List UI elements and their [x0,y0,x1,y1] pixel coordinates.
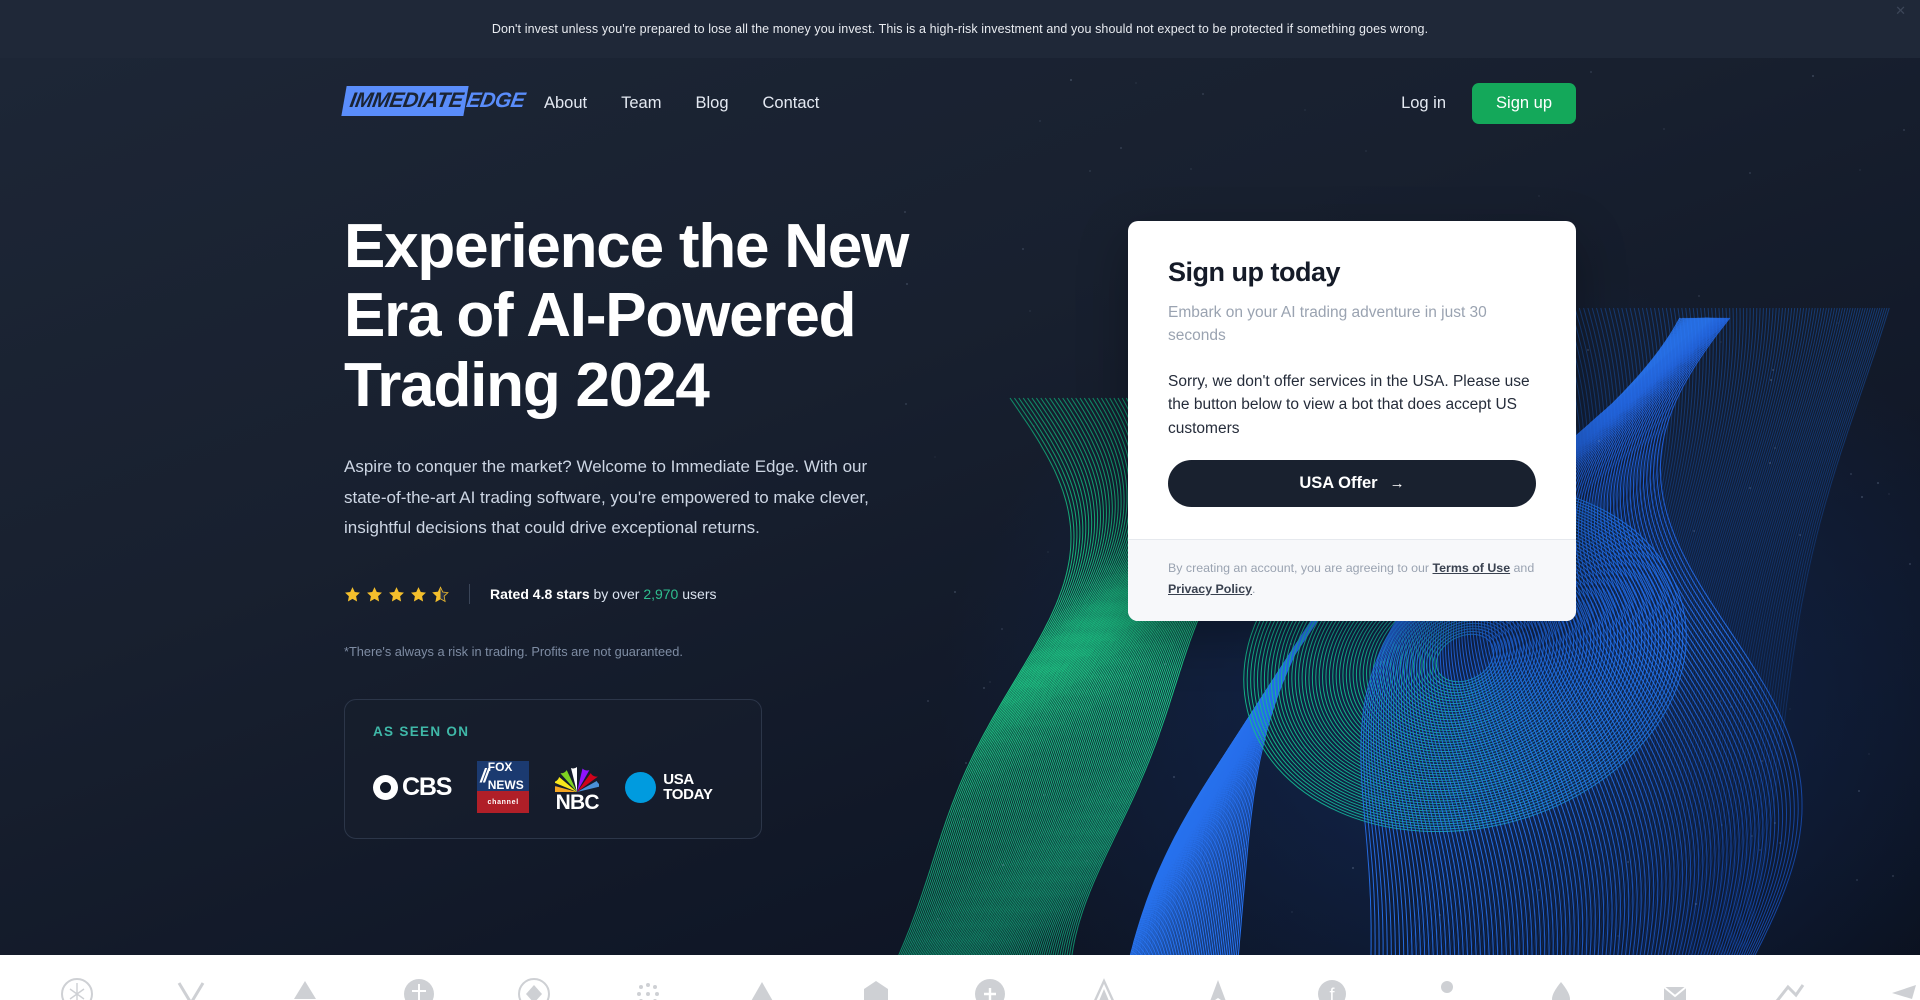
nav-item-contact[interactable]: Contact [763,94,820,113]
privacy-policy-link[interactable]: Privacy Policy [1168,582,1252,596]
nbc-peacock-icon [555,762,599,792]
today-word: TODAY [663,786,712,803]
nav-item-team[interactable]: Team [621,94,661,113]
rating-middle: by over [590,586,644,602]
terms-agreement-text: By creating an account, you are agreeing… [1168,558,1536,599]
terms-prefix: By creating an account, you are agreeing… [1168,561,1433,575]
news-word: NEWS [488,778,524,792]
usa-today-dot-icon [625,772,656,803]
risk-warning-bar: Don't invest unless you're prepared to l… [0,0,1920,58]
signup-card-subtitle: Embark on your AI trading adventure in j… [1168,301,1536,348]
star-icon-half [432,586,449,603]
cbs-logo: CBS [373,775,451,800]
star-icon-4 [410,586,427,603]
partner-logo-4[interactable] [402,977,436,1000]
partner-logo-14[interactable] [1544,977,1578,1000]
logo-text-primary: IMMEDIATE [341,86,468,116]
nav-item-about[interactable]: About [544,94,587,113]
partner-logos-row: f [60,977,1920,1000]
primary-navigation: About Team Blog Contact [544,58,819,148]
signup-button[interactable]: Sign up [1472,83,1576,124]
hero-paragraph: Aspire to conquer the market? Welcome to… [344,452,904,543]
partner-logo-10[interactable] [1087,977,1121,1000]
arrow-right-icon: → [1390,475,1405,492]
headline-line-1: Experience the New [344,212,908,281]
cbs-wordmark: CBS [402,775,451,800]
rating-label: Rated 4.8 stars by over 2,970 users [490,586,716,602]
fox-channel-word: channel [488,799,519,806]
fox-word: FOX [488,761,513,774]
signup-card-title: Sign up today [1168,257,1536,288]
login-link[interactable]: Log in [1401,94,1446,113]
partner-logo-6[interactable] [631,977,665,1000]
signup-card: Sign up today Embark on your AI trading … [1128,221,1576,621]
risk-warning-text: Don't invest unless you're prepared to l… [492,22,1428,36]
partner-logo-1[interactable] [60,977,94,1000]
partner-logo-13[interactable] [1430,977,1464,1000]
usa-restriction-notice: Sorry, we don't offer services in the US… [1168,370,1536,441]
headline-line-2: Era of AI-Powered [344,281,855,350]
fox-news-logo: // FOX NEWS channel [477,761,529,813]
partner-logo-16[interactable] [1772,977,1806,1000]
close-icon[interactable]: ✕ [1895,4,1906,17]
rating-suffix: users [678,586,716,602]
rating-row: Rated 4.8 stars by over 2,970 users [344,583,1004,605]
nbc-wordmark: NBC [556,793,599,813]
main-navbar: IMMEDIATE EDGE About Team Blog Contact Lo… [0,58,1920,148]
partner-logo-5[interactable] [517,977,551,1000]
partner-logo-3[interactable] [288,977,322,1000]
partner-logo-7[interactable] [745,977,779,1000]
usa-today-wordmark: USA TODAY [663,772,712,802]
trading-risk-note: *There's always a risk in trading. Profi… [344,644,1004,659]
fox-news-bottom: channel [477,791,529,813]
star-icon-2 [366,586,383,603]
partner-logo-8[interactable] [859,977,893,1000]
rating-divider [469,584,470,604]
usa-offer-button-label: USA Offer [1299,474,1377,493]
rating-user-count: 2,970 [643,586,678,602]
logo-text-secondary: EDGE [463,86,533,116]
terms-and: and [1510,561,1534,575]
star-rating [344,586,449,603]
rating-value: Rated 4.8 stars [490,586,590,602]
partner-logo-2[interactable] [174,977,208,1000]
cbs-eye-icon [373,775,398,800]
terms-of-use-link[interactable]: Terms of Use [1433,561,1511,575]
nbc-logo: NBC [555,762,599,813]
as-seen-on-box: AS SEEN ON CBS // FOX NEWS channel NBC U… [344,699,762,839]
partner-logo-11[interactable] [1201,977,1235,1000]
site-logo[interactable]: IMMEDIATE EDGE [341,85,533,117]
signup-card-footer: By creating an account, you are agreeing… [1128,539,1576,621]
fox-news-top: // FOX NEWS [477,761,529,791]
partner-logo-17[interactable] [1886,977,1920,1000]
partner-logo-15[interactable] [1658,977,1692,1000]
partner-logo-12[interactable]: f [1315,977,1349,1000]
partner-logo-9[interactable] [973,977,1007,1000]
star-icon-1 [344,586,361,603]
fox-news-words: FOX NEWS [487,761,524,794]
star-icon-3 [388,586,405,603]
as-seen-on-label: AS SEEN ON [373,724,733,739]
signup-card-body: Sign up today Embark on your AI trading … [1128,221,1576,539]
headline-line-3: Trading 2024 [344,351,709,420]
page-title: Experience the New Era of AI-Powered Tra… [344,212,1004,420]
nav-item-blog[interactable]: Blog [695,94,728,113]
terms-period: . [1252,582,1255,596]
partner-logos-strip: f [0,955,1920,1000]
navbar-actions: Log in Sign up [1401,58,1576,148]
hero-content: Experience the New Era of AI-Powered Tra… [344,212,1004,839]
landing-page: Don't invest unless you're prepared to l… [0,0,1920,1000]
usa-offer-button[interactable]: USA Offer → [1168,460,1536,507]
usa-today-logo: USA TODAY [625,772,712,803]
media-logos-row: CBS // FOX NEWS channel NBC USA TODAY [373,761,733,813]
